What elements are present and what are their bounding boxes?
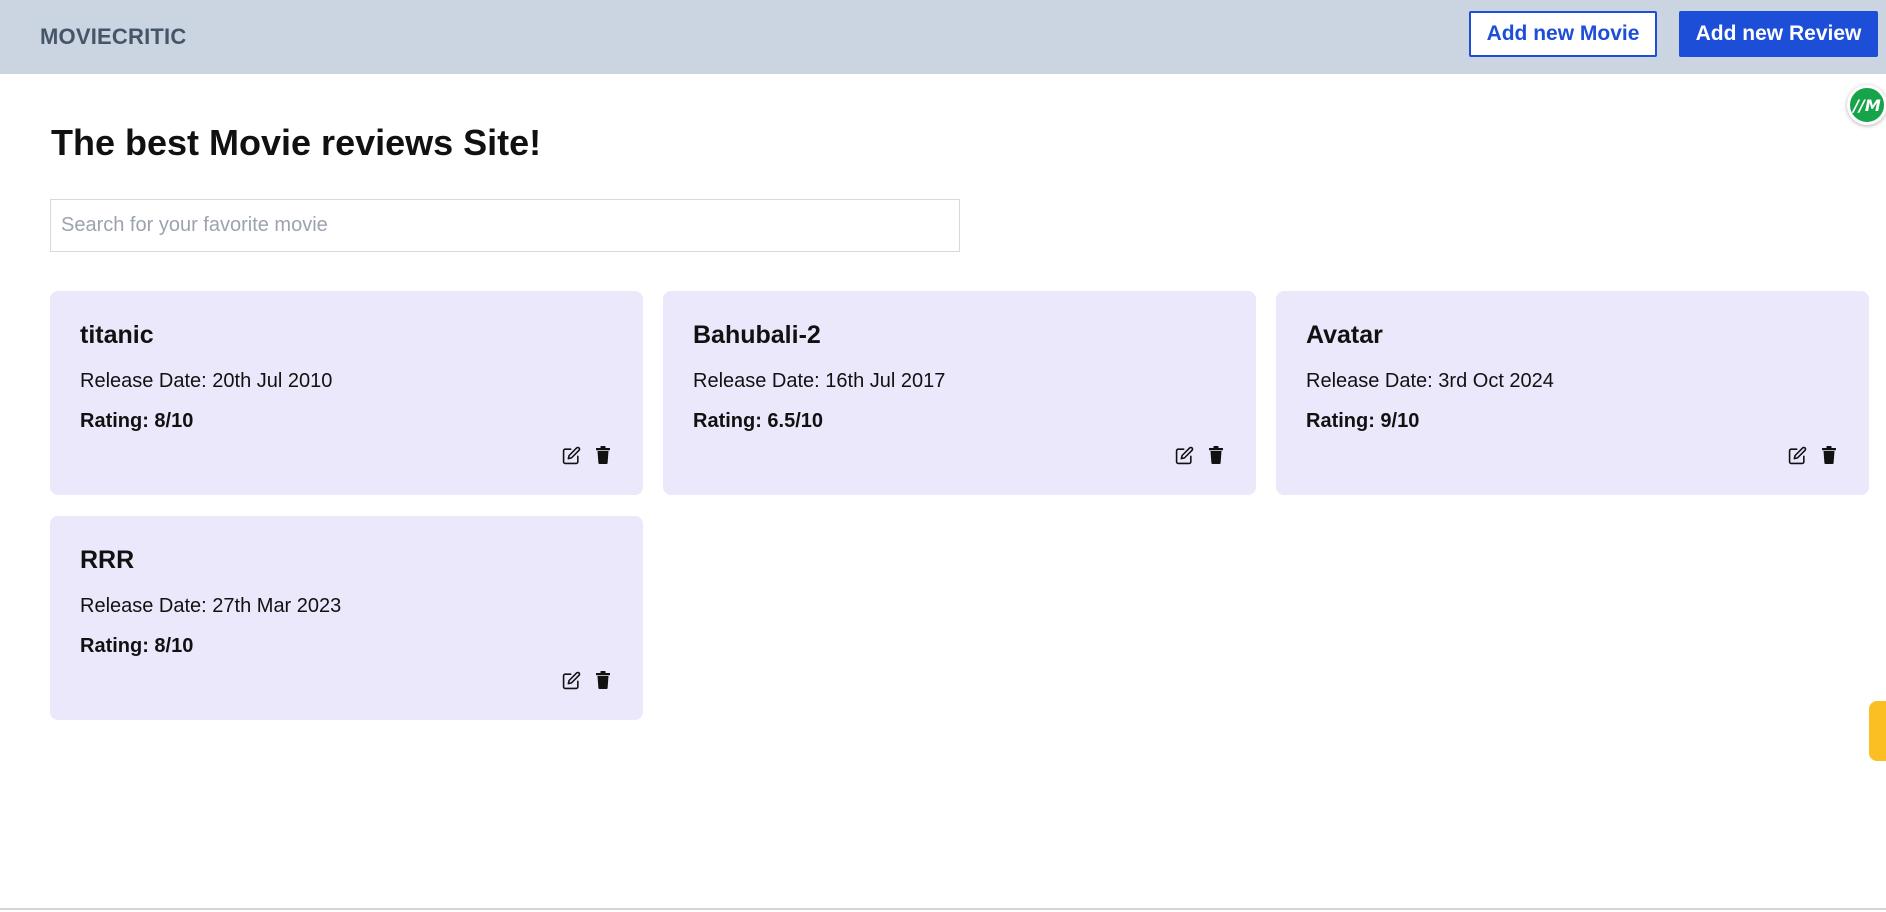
movie-release-date: Release Date: 27th Mar 2023 xyxy=(80,595,342,617)
feedback-side-tab[interactable] xyxy=(1869,701,1886,761)
movie-rating: Rating: 6.5/10 xyxy=(693,410,824,432)
movie-title: titanic xyxy=(80,321,154,349)
add-movie-button[interactable]: Add new Movie xyxy=(1469,11,1657,57)
site-logo[interactable]: MOVIECRITIC xyxy=(40,24,186,50)
movie-rating: Rating: 8/10 xyxy=(80,635,194,657)
trash-icon[interactable] xyxy=(593,446,612,465)
trash-icon[interactable] xyxy=(1206,446,1225,465)
page-title: The best Movie reviews Site! xyxy=(51,122,542,163)
edit-icon[interactable] xyxy=(1788,446,1807,465)
page-bottom-divider xyxy=(0,908,1886,910)
top-navbar: MOVIECRITIC Add new Movie Add new Review xyxy=(0,0,1886,74)
card-actions xyxy=(1175,445,1225,465)
card-actions xyxy=(562,445,612,465)
movie-card: RRR Release Date: 27th Mar 2023 Rating: … xyxy=(50,516,643,720)
card-actions xyxy=(1788,445,1838,465)
movie-card: Bahubali-2 Release Date: 16th Jul 2017 R… xyxy=(663,291,1256,495)
movie-release-date: Release Date: 16th Jul 2017 xyxy=(693,370,946,392)
movie-rating: Rating: 8/10 xyxy=(80,410,194,432)
movie-title: Bahubali-2 xyxy=(693,321,821,349)
extension-badge-icon[interactable]: //M xyxy=(1847,85,1886,125)
movie-title: RRR xyxy=(80,546,135,574)
movie-card: titanic Release Date: 20th Jul 2010 Rati… xyxy=(50,291,643,495)
edit-icon[interactable] xyxy=(1175,446,1194,465)
trash-icon[interactable] xyxy=(593,671,612,690)
card-actions xyxy=(562,670,612,690)
movie-release-date: Release Date: 3rd Oct 2024 xyxy=(1306,370,1554,392)
movie-title: Avatar xyxy=(1306,321,1383,349)
movie-release-date: Release Date: 20th Jul 2010 xyxy=(80,370,333,392)
movie-rating: Rating: 9/10 xyxy=(1306,410,1420,432)
search-input[interactable] xyxy=(50,199,960,252)
movie-card: Avatar Release Date: 3rd Oct 2024 Rating… xyxy=(1276,291,1869,495)
edit-icon[interactable] xyxy=(562,446,581,465)
trash-icon[interactable] xyxy=(1819,446,1838,465)
edit-icon[interactable] xyxy=(562,671,581,690)
add-review-button[interactable]: Add new Review xyxy=(1679,11,1878,57)
